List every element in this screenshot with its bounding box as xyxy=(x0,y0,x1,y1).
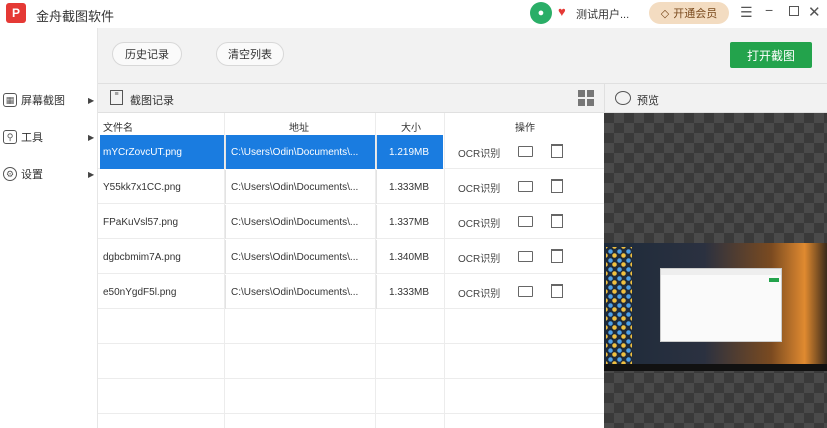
screenshot-icon: ▦ xyxy=(3,93,17,107)
empty-row xyxy=(98,310,604,344)
chevron-right-icon: ▶ xyxy=(88,95,95,105)
file-name: FPaKuVsl57.png xyxy=(103,216,179,228)
column-header-path: 地址 xyxy=(289,123,309,134)
diamond-icon: ◇ xyxy=(660,7,670,20)
tools-icon: ⚲ xyxy=(3,130,17,144)
file-size: 1.340MB xyxy=(376,240,443,274)
folder-icon[interactable] xyxy=(518,146,533,157)
app-window-thumbnail xyxy=(660,268,782,342)
table-row[interactable]: dgbcbmim7A.png C:\Users\Odin\Documents\.… xyxy=(98,240,604,274)
table-row[interactable]: e50nYgdF5l.png C:\Users\Odin\Documents\.… xyxy=(98,275,604,309)
folder-icon[interactable] xyxy=(518,251,533,262)
file-path: C:\Users\Odin\Documents\... xyxy=(225,275,375,309)
chevron-right-icon: ▶ xyxy=(88,169,95,179)
maximize-icon[interactable] xyxy=(789,6,799,16)
folder-icon[interactable] xyxy=(518,286,533,297)
file-size: 1.219MB xyxy=(376,135,443,169)
minimize-icon[interactable]: − xyxy=(765,2,773,18)
empty-row xyxy=(98,380,604,414)
sidebar-item-label: 屏幕截图 xyxy=(21,95,65,107)
preview-eye-icon xyxy=(615,91,631,105)
trash-icon[interactable] xyxy=(551,249,563,263)
preview-header: 预览 xyxy=(604,84,827,113)
app-title: 金舟截图软件 xyxy=(36,9,115,24)
sidebar-item-label: 工具 xyxy=(21,132,43,144)
column-header-size: 大小 xyxy=(401,123,421,134)
file-name: e50nYgdF5l.png xyxy=(103,286,177,298)
open-screenshot-button[interactable]: 打开截图 xyxy=(730,42,812,68)
sidebar-item-label: 设置 xyxy=(21,169,43,181)
trash-icon[interactable] xyxy=(551,179,563,193)
desktop-icons-thumbnail xyxy=(606,247,632,365)
taskbar-thumbnail xyxy=(604,364,827,371)
ocr-button[interactable]: OCR识别 xyxy=(458,205,508,239)
empty-row xyxy=(98,345,604,379)
toolbar: 历史记录 清空列表 打开截图 xyxy=(98,28,827,84)
file-path: C:\Users\Odin\Documents\... xyxy=(225,205,375,239)
column-header-name: 文件名 xyxy=(103,123,133,134)
vip-button-label: 开通会员 xyxy=(673,8,718,20)
ocr-button[interactable]: OCR识别 xyxy=(458,240,508,274)
preview-title: 预览 xyxy=(637,95,659,107)
file-name: dgbcbmim7A.png xyxy=(103,251,181,263)
app-logo-icon: P xyxy=(6,3,26,23)
chevron-right-icon: ▶ xyxy=(88,132,95,142)
folder-icon[interactable] xyxy=(518,181,533,192)
file-size: 1.333MB xyxy=(376,275,443,309)
list-title: 截图记录 xyxy=(130,95,174,107)
clear-list-button[interactable]: 清空列表 xyxy=(216,42,284,66)
trash-icon[interactable] xyxy=(551,214,563,228)
grid-view-icon[interactable] xyxy=(578,90,594,106)
user-badge-icon: ♥ xyxy=(558,4,566,19)
file-path: C:\Users\Odin\Documents\... xyxy=(225,135,375,169)
user-name[interactable]: 测试用户... xyxy=(576,6,629,22)
sidebar: ▦ 屏幕截图 ▶ ⚲ 工具 ▶ ⚙ 设置 ▶ xyxy=(0,28,98,428)
trash-icon[interactable] xyxy=(551,284,563,298)
sidebar-item-screenshot[interactable]: ▦ 屏幕截图 ▶ xyxy=(0,89,98,111)
list-header: ≡ 截图记录 xyxy=(98,84,604,113)
file-size: 1.337MB xyxy=(376,205,443,239)
close-icon[interactable]: ✕ xyxy=(808,3,821,21)
table-row[interactable]: mYCrZovcUT.png C:\Users\Odin\Documents\.… xyxy=(98,135,604,169)
table-row[interactable]: Y55kk7x1CC.png C:\Users\Odin\Documents\.… xyxy=(98,170,604,204)
file-name: Y55kk7x1CC.png xyxy=(103,181,181,193)
file-path: C:\Users\Odin\Documents\... xyxy=(225,240,375,274)
history-button[interactable]: 历史记录 xyxy=(112,42,182,66)
gear-icon: ⚙ xyxy=(3,167,17,181)
ocr-button[interactable]: OCR识别 xyxy=(458,275,508,309)
wechat-icon[interactable]: ● xyxy=(530,2,552,24)
document-icon: ≡ xyxy=(110,90,123,105)
file-path: C:\Users\Odin\Documents\... xyxy=(225,170,375,204)
folder-icon[interactable] xyxy=(518,216,533,227)
sidebar-item-tools[interactable]: ⚲ 工具 ▶ xyxy=(0,126,98,148)
file-size: 1.333MB xyxy=(376,170,443,204)
ocr-button[interactable]: OCR识别 xyxy=(458,170,508,204)
vip-button[interactable]: ◇ 开通会员 xyxy=(649,2,729,24)
column-header-actions: 操作 xyxy=(515,123,535,134)
ocr-button[interactable]: OCR识别 xyxy=(458,135,508,169)
file-name: mYCrZovcUT.png xyxy=(100,135,224,169)
menu-icon[interactable]: ☰ xyxy=(740,4,753,21)
trash-icon[interactable] xyxy=(551,144,563,158)
sidebar-item-settings[interactable]: ⚙ 设置 ▶ xyxy=(0,163,98,185)
table-row[interactable]: FPaKuVsl57.png C:\Users\Odin\Documents\.… xyxy=(98,205,604,239)
title-bar: P 金舟截图软件 ● ♥ 测试用户... ◇ 开通会员 ☰ − ✕ xyxy=(0,0,827,28)
screenshot-table: 文件名 地址 大小 操作 mYCrZovcUT.png C:\Users\Odi… xyxy=(98,113,604,428)
